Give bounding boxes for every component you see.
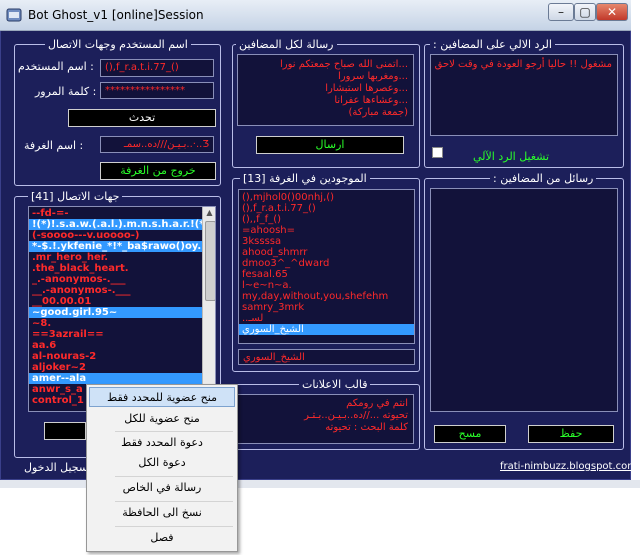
menu-separator [115,526,233,527]
broadcast-line: (جمعة مباركة) [348,107,408,118]
menu-separator [115,501,233,502]
context-menu: منح عضوية للمحدد فقط منح عضوية للكل دعوة… [86,384,238,552]
room-member-item[interactable]: l~e~n~a. [239,280,414,291]
room-member-item[interactable]: (),f_r.a.t.i.77_() [239,203,414,214]
room-member-item[interactable]: my,day,without,you,shefehm [239,291,414,302]
room-member-item[interactable]: ..لسـ [239,313,414,324]
contact-item[interactable]: .mr_hero_her. [29,252,202,263]
ads-message-box[interactable]: انتم في رومكم تحيوته ...//ده..بـيـن..بـت… [237,394,414,444]
contact-item[interactable]: __.-anonymos-.___ [29,285,202,296]
menu-item-invite-selected[interactable]: دعوة المحدد فقط [89,433,235,453]
contact-item[interactable]: aljoker~2 [29,362,202,373]
contact-item[interactable]: __00.00.01 [29,296,202,307]
broadcast-line: ...اتمنى الله صباح جمعتكم نورا [280,59,408,70]
contacts-legend: جهات الاتصال [41] [28,190,123,203]
ads-line: تحيوته ...//ده..بـيـن..بـتـر [304,410,408,421]
scroll-thumb[interactable] [205,221,215,301]
room-members-legend: الموجودين في الغرفة [13] [240,172,370,185]
contact-item[interactable]: (-soooo---v.uoooo-) [29,230,202,241]
received-legend: : رسائل من المضافين [490,172,597,185]
username-field[interactable]: (),f_r.a.t.i.77_() [100,59,214,77]
room-member-item[interactable]: ahood_shmrr [239,247,414,258]
room-member-item[interactable]: الشيخ_السوري [239,324,414,335]
password-field[interactable]: **************** [100,82,214,99]
contacts-list[interactable]: --fd-=- !(*)!.s.a.w.(.a.l.).m.n.s.h.a.r.… [28,206,216,412]
title-bar[interactable]: Bot Ghost_v1 [online]Session – ▢ ✕ [0,0,631,31]
auto-reply-text: مشغول !! حاليا أرجو العودة في وقت لاحق [434,59,612,70]
auto-reply-legend: : الرد الالي على المضافين [430,38,555,51]
menu-item-grant-selected[interactable]: منح عضوية للمحدد فقط [89,387,235,407]
room-member-item[interactable]: (),,f_f_() [239,214,414,225]
menu-separator [115,431,233,432]
room-member-item[interactable]: 3kssssa [239,236,414,247]
menu-item-private-message[interactable]: رسالة في الخاص [89,478,235,498]
broadcast-legend: رسالة لكل المضافين [236,38,337,51]
broadcast-line: ...ومغربها سرورا [337,71,408,82]
ads-line: كلمة البحث : تحيوته [325,422,408,433]
contact-item[interactable]: al-nouras-2 [29,351,202,362]
menu-separator [115,476,233,477]
blog-link[interactable]: frati-nimbuzz.blogspot.com [500,461,637,472]
auto-reply-checkbox[interactable] [432,147,443,158]
username-label: اسم المستخدم : [18,60,94,73]
minimize-button[interactable]: – [548,3,574,21]
broadcast-line: ...وعصرها استبشارا [325,83,408,94]
room-member-item[interactable]: fesaal.65 [239,269,414,280]
auto-reply-checkbox-label[interactable]: تشغيل الرد الآلي [473,150,549,163]
selected-member-field[interactable]: الشيخ_السوري [238,349,415,365]
room-member-item[interactable]: (),mjhol0()00nhj,() [239,192,414,203]
broadcast-line: ...وعشاءها عفرانا [334,95,408,106]
ads-legend: قالب الاعلانات [299,378,371,391]
contact-item[interactable]: aa.6 [29,340,202,351]
connect-button[interactable]: تحدث [68,109,216,127]
contact-item[interactable]: ~good.girl.95~ [29,307,202,318]
save-button[interactable]: حفظ [528,425,614,443]
leave-room-button[interactable]: خروج من الغرفة [100,162,216,180]
maximize-button[interactable]: ▢ [574,3,596,21]
app-icon [6,8,22,22]
clear-button[interactable]: مسح [434,425,506,443]
contacts-action-button[interactable] [44,422,86,440]
room-field[interactable]: Ʒ..·..بـيـن///ده..سمـ [100,136,214,153]
menu-item-invite-all[interactable]: دعوة الكل [89,453,235,473]
menu-item-copy-clipboard[interactable]: نسخ الى الحافظة [89,503,235,523]
auto-reply-box[interactable]: مشغول !! حاليا أرجو العودة في وقت لاحق [430,54,618,136]
room-member-item[interactable]: dmoo3^_^dward [239,258,414,269]
contact-item[interactable]: amer--ala [29,373,202,384]
close-button[interactable]: ✕ [596,3,628,21]
received-messages-box[interactable] [430,188,618,412]
window-title: Bot Ghost_v1 [online]Session [28,8,204,22]
room-member-item[interactable]: samry_3mrk [239,302,414,313]
contact-item[interactable]: *-$.!.ykfenie_*!*_ba$rawo()oy.!.$ [29,241,215,252]
contact-item[interactable]: .the_black_heart. [29,263,202,274]
room-member-item[interactable]: =ahoosh= [239,225,414,236]
contact-item[interactable]: --fd-=- [29,208,202,219]
room-members-list[interactable]: (),mjhol0()00nhj,() (),f_r.a.t.i.77_() (… [238,189,415,344]
scroll-up-icon[interactable]: ▲ [205,208,214,218]
contact-item[interactable]: _.-anonymos-.___ [29,274,202,285]
contact-item[interactable]: !(*)!.s.a.w.(.a.l.).m.n.s.h.a.r.!(*)! [29,219,214,230]
room-label: اسم الغرفة : [24,139,84,152]
send-broadcast-button[interactable]: ارسال [256,136,404,154]
menu-item-kick[interactable]: فصل [89,528,235,548]
register-link[interactable]: تسجيل الدخول [24,461,92,474]
contacts-scrollbar[interactable]: ▲ [202,207,215,411]
contact-item[interactable]: ~8. [29,318,202,329]
ads-line: انتم في رومكم [346,398,408,409]
password-label: كلمة المرور : [35,85,97,98]
contact-item[interactable]: ==3azrail== [29,329,202,340]
broadcast-message-box[interactable]: ...اتمنى الله صباح جمعتكم نورا ...ومغربه… [237,54,414,126]
menu-item-grant-all[interactable]: منح عضوية للكل [89,409,235,429]
login-legend: اسم المستخدم وجهات الاتصال [45,38,191,51]
